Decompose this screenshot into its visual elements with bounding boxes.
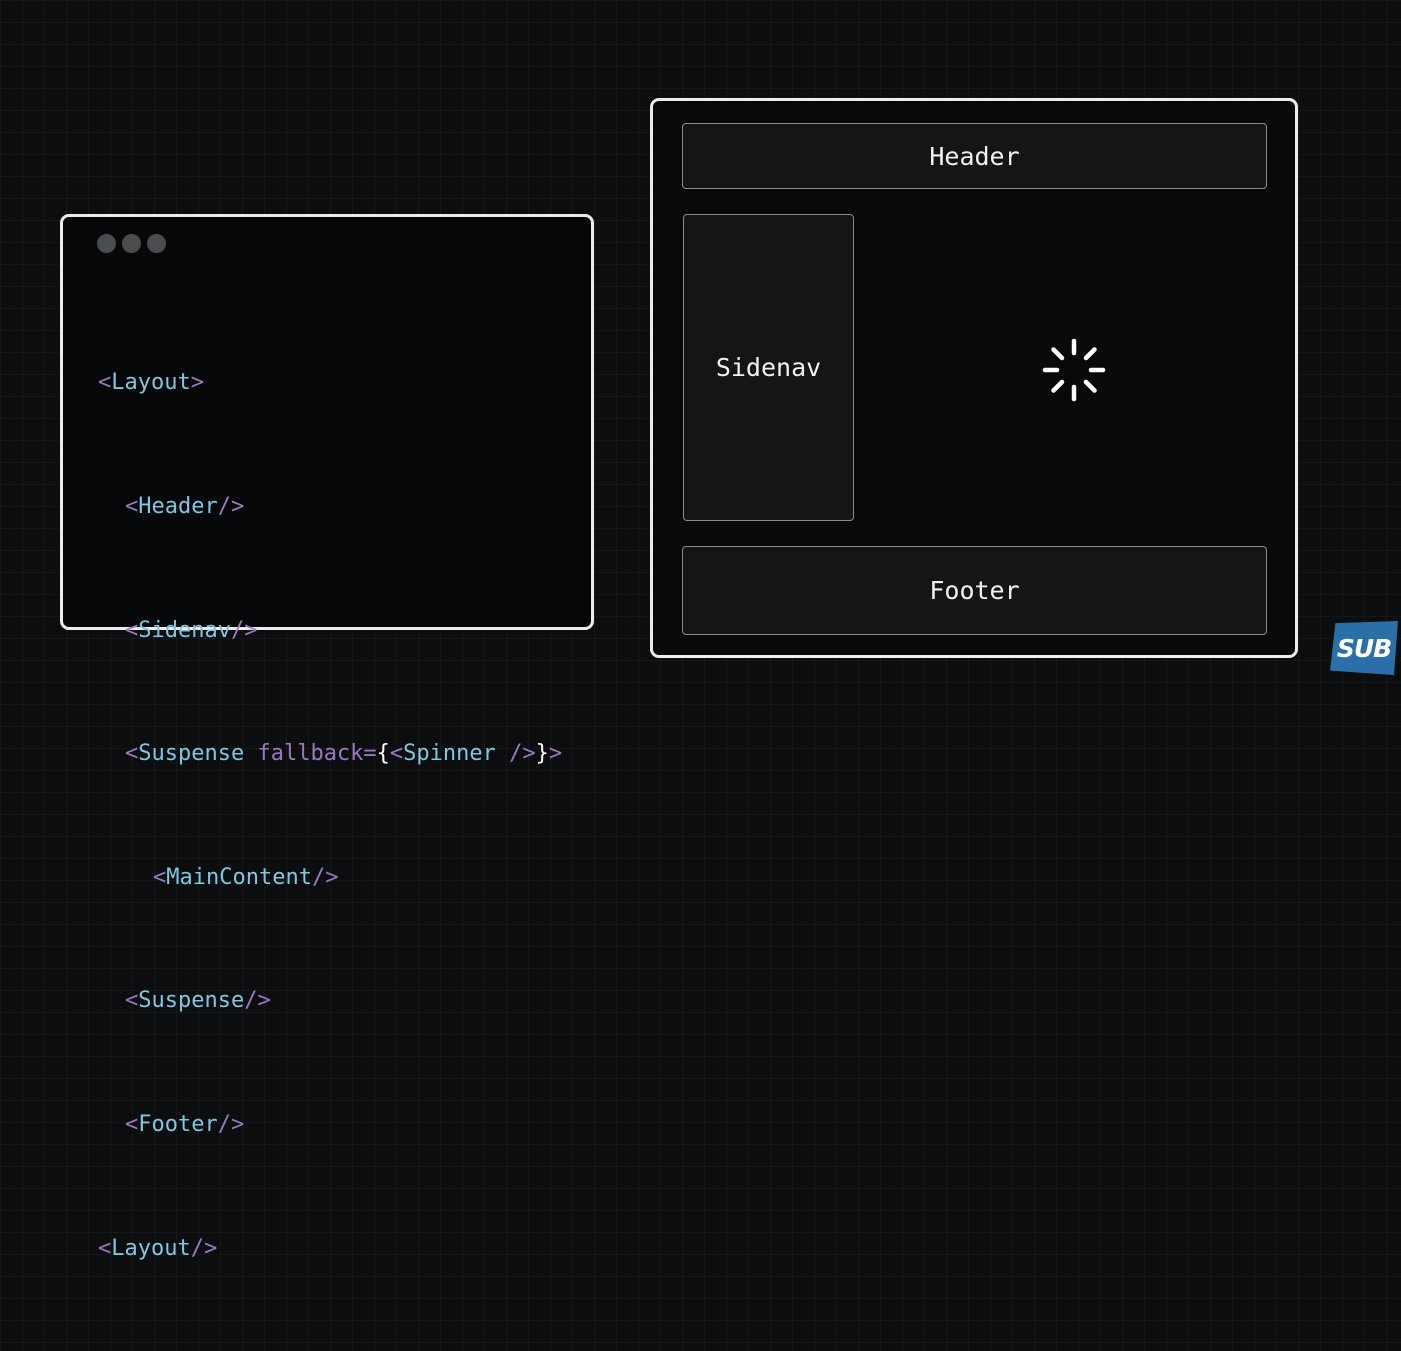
- component-name: Spinner: [403, 741, 496, 767]
- sub-logo-text: SUB: [1336, 633, 1392, 663]
- code-line: <Suspense/>: [125, 988, 271, 1014]
- attribute-name: fallback=: [244, 741, 377, 767]
- window-dot-icon: [97, 234, 116, 253]
- footer-region: Footer: [682, 546, 1267, 635]
- component-name: Suspense: [138, 741, 245, 767]
- code-line: <Layout>: [98, 370, 204, 396]
- layout-preview: Header Sidenav Footer: [650, 98, 1298, 658]
- code-line: <Header/>: [125, 494, 245, 519]
- code-block: <Layout> <Header/> <Sidenav/> <Suspense …: [98, 280, 562, 1351]
- component-name: Header: [138, 494, 218, 519]
- code-line: <Layout/>: [98, 1235, 218, 1261]
- component-name: Layout: [111, 370, 191, 396]
- sub-logo: SUB: [1330, 621, 1398, 675]
- code-line: <Sidenav/>: [125, 617, 258, 643]
- window-controls: [97, 234, 166, 253]
- code-window: <Layout> <Header/> <Sidenav/> <Suspense …: [60, 214, 594, 1261]
- header-region: Header: [682, 123, 1267, 189]
- window-dot-icon: [122, 234, 141, 253]
- window-dot-icon: [147, 234, 166, 253]
- sidenav-region: Sidenav: [683, 214, 854, 521]
- header-label: Header: [929, 141, 1020, 171]
- footer-label: Footer: [929, 576, 1020, 605]
- loading-spinner-icon: [1042, 338, 1106, 402]
- component-name: Suspense: [138, 988, 245, 1014]
- component-name: Footer: [138, 1111, 218, 1137]
- code-line: <Footer/>: [125, 1111, 245, 1137]
- component-name: MainContent: [166, 864, 312, 890]
- code-line: <MainContent/>: [153, 864, 339, 890]
- code-line: <Suspense fallback={<Spinner />}>: [125, 741, 563, 767]
- component-name: Layout: [111, 1235, 191, 1261]
- component-name: Sidenav: [138, 617, 231, 643]
- sidenav-label: Sidenav: [715, 353, 822, 382]
